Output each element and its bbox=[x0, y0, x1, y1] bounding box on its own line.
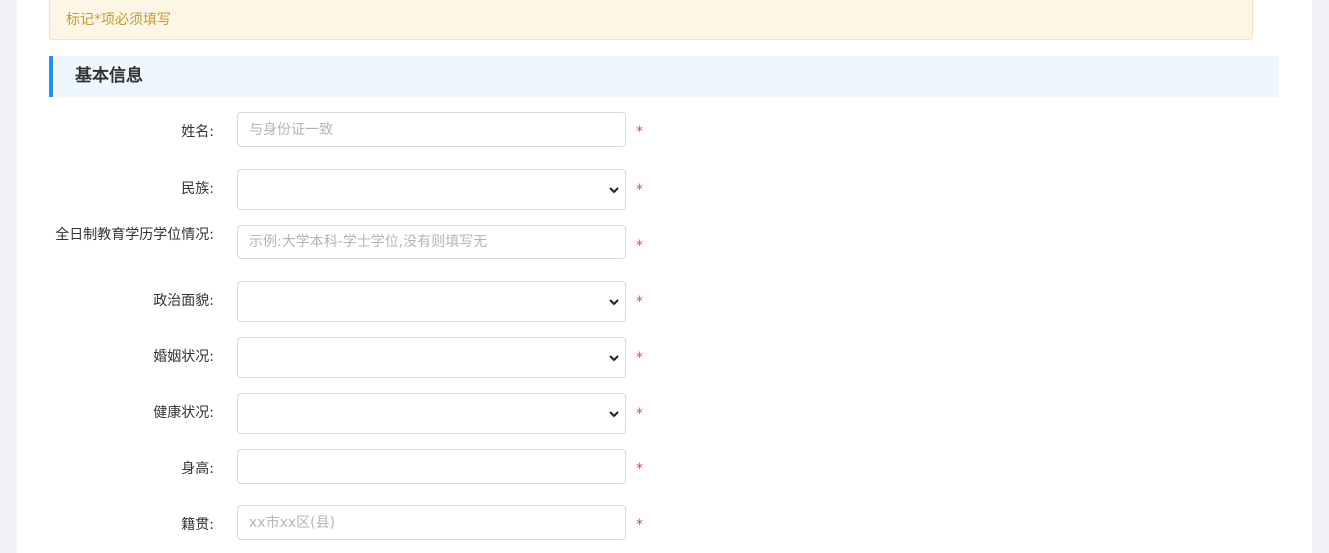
height-label: 身高: bbox=[181, 461, 214, 477]
marital-status-label: 婚姻状况: bbox=[153, 349, 214, 365]
native-place-label: 籍贯: bbox=[181, 517, 214, 533]
native-place-input[interactable] bbox=[237, 505, 626, 540]
ethnicity-label: 民族: bbox=[181, 181, 214, 197]
required-marker: * bbox=[636, 461, 643, 477]
political-status-label: 政治面貌: bbox=[153, 293, 214, 309]
required-marker: * bbox=[636, 350, 643, 366]
height-input[interactable] bbox=[237, 449, 626, 484]
required-marker: * bbox=[636, 238, 643, 254]
name-input[interactable] bbox=[237, 112, 626, 147]
health-status-select[interactable] bbox=[237, 393, 626, 434]
name-label: 姓名: bbox=[181, 124, 214, 140]
required-notice: 标记*项必须填写 bbox=[49, 0, 1253, 40]
ethnicity-select[interactable] bbox=[237, 169, 626, 210]
required-marker: * bbox=[636, 124, 643, 140]
required-marker: * bbox=[636, 517, 643, 533]
political-status-select[interactable] bbox=[237, 281, 626, 322]
section-header-basic-info: 基本信息 bbox=[49, 56, 1279, 97]
education-label: 全日制教育学历学位情况: bbox=[55, 227, 214, 243]
required-marker: * bbox=[636, 406, 643, 422]
marital-status-select[interactable] bbox=[237, 337, 626, 378]
form-page: 标记*项必须填写 基本信息 姓名: * 民族: * 全日制教育学历学位情况: *… bbox=[17, 0, 1312, 553]
health-status-label: 健康状况: bbox=[153, 405, 214, 421]
required-marker: * bbox=[636, 182, 643, 198]
required-marker: * bbox=[636, 294, 643, 310]
education-input[interactable] bbox=[237, 225, 626, 259]
